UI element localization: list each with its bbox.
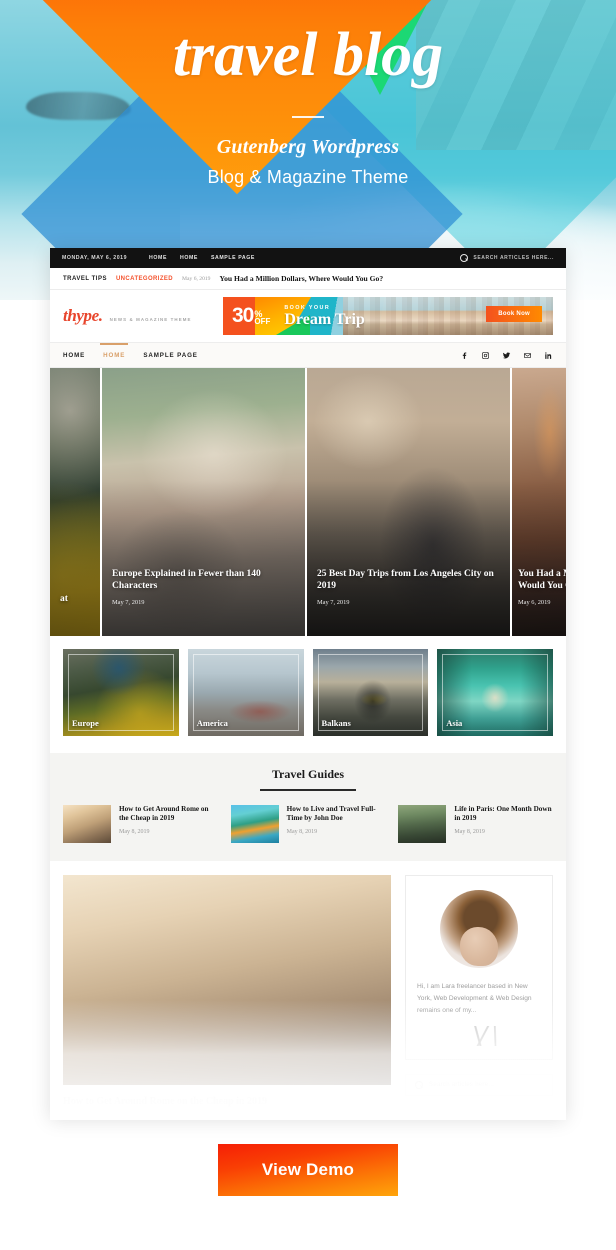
site-navbar: HOME HOME SAMPLE PAGE (50, 342, 566, 368)
ad-headline: Dream Trip (284, 310, 365, 328)
view-demo-button[interactable]: View Demo (217, 1144, 399, 1196)
linkedin-icon[interactable] (544, 351, 553, 360)
breaking-label: TRAVEL TIPS (63, 275, 107, 282)
slider-slide-2[interactable]: Europe Explained in Fewer than 140 Chara… (102, 368, 307, 636)
slide-title-2: Europe Explained in Fewer than 140 Chara… (112, 569, 261, 592)
slide-date-3: May 7, 2019 (317, 599, 350, 606)
site-topbar: MONDAY, MAY 6, 2019 HOME HOME SAMPLE PAG… (50, 248, 566, 268)
logo-wordmark: thype. (63, 306, 103, 325)
guide-date-3: May 8, 2019 (454, 829, 485, 836)
author-bio: Hi, I am Lara freelancer based in New Yo… (417, 982, 532, 1014)
site-preview-mockup: MONDAY, MAY 6, 2019 HOME HOME SAMPLE PAG… (50, 248, 566, 1118)
guide-date-2: May 8, 2019 (286, 829, 318, 836)
category-label-balkans: Balkans (321, 718, 351, 728)
category-label-europe: Europe (72, 718, 99, 728)
category-tile-balkans[interactable]: Balkans (312, 649, 429, 736)
nav-item-sample-page[interactable]: SAMPLE PAGE (143, 352, 197, 359)
category-tile-asia[interactable]: Asia (437, 649, 553, 736)
guide-item-2[interactable]: How to Live and Travel Full-Time by John… (230, 804, 386, 843)
guide-date-1: May 8, 2019 (119, 829, 150, 836)
facebook-icon[interactable] (460, 351, 469, 360)
guide-title-3: Life in Paris: One Month Down in 2019 (454, 804, 552, 823)
avatar (440, 889, 518, 968)
slider-slide-1[interactable]: at (50, 368, 102, 636)
ad-discount-off: OFF (254, 316, 271, 326)
guide-thumbnail-3 (398, 804, 447, 843)
slide-title-4: You Had a Million Dollars, Where Would Y… (518, 569, 566, 592)
content-and-sidebar: How to Get Around Rome on the Cheap in 2… (50, 860, 566, 1107)
category-label-asia: Asia (446, 718, 463, 728)
brand-and-ad-row: thype. NEWS & MAGAZINE THEME 30 % OFF BO… (50, 290, 566, 342)
hero-subtitle-secondary: Blog & Magazine Theme (207, 167, 409, 187)
logo-tagline: NEWS & MAGAZINE THEME (109, 317, 192, 322)
hero-title: travel blog (172, 21, 444, 89)
hero-subtitle-primary: Gutenberg Wordpress (216, 136, 400, 158)
guide-item-3[interactable]: Life in Paris: One Month Down in 2019 Ma… (398, 804, 553, 843)
featured-post[interactable]: How to Get Around Rome on the Cheap in 2… (63, 874, 391, 1107)
breaking-news-bar: TRAVEL TIPS UNCATEGORIZED May 6, 2019 Yo… (50, 268, 566, 290)
breaking-category[interactable]: UNCATEGORIZED (116, 276, 173, 282)
sidebar-search[interactable]: Search articles here... (405, 1074, 553, 1097)
slider-slide-4[interactable]: You Had a Million Dollars, Where Would Y… (512, 368, 566, 636)
guide-thumbnail-2 (230, 804, 279, 843)
search-icon (460, 254, 469, 262)
sidebar-search-placeholder: Search articles here... (429, 1082, 495, 1089)
featured-post-title: How to Get Around Rome on the Cheap in 2… (63, 1095, 267, 1107)
featured-slider[interactable]: at Europe Explained in Fewer than 140 Ch… (50, 368, 566, 636)
category-label-america: America (196, 718, 228, 728)
slide-title-3: 25 Best Day Trips from Los Angeles City … (317, 569, 494, 592)
author-signature (417, 1026, 541, 1047)
about-widget: Hi, I am Lara freelancer based in New Yo… (405, 874, 553, 1061)
nav-item-home-2[interactable]: HOME (100, 342, 129, 359)
travel-guides-divider (260, 789, 356, 791)
guide-item-1[interactable]: How to Get Around Rome on the Cheap in 2… (63, 804, 218, 843)
featured-post-image (63, 874, 391, 1085)
instagram-icon[interactable] (481, 351, 490, 360)
travel-guides-section: Travel Guides How to Get Around Rome on … (50, 753, 566, 861)
guide-title-1: How to Get Around Rome on the Cheap in 2… (119, 804, 209, 823)
sidebar: Hi, I am Lara freelancer based in New Yo… (405, 874, 553, 1107)
slide-date-4: May 6, 2019 (518, 599, 551, 606)
topbar-link-sample-page[interactable]: SAMPLE PAGE (211, 255, 255, 261)
topbar-link-home-2[interactable]: HOME (180, 255, 198, 261)
nav-item-home-1[interactable]: HOME (63, 352, 85, 359)
search-icon (415, 1081, 423, 1090)
guide-title-2: How to Live and Travel Full-Time by John… (286, 804, 376, 823)
ad-book-now-button[interactable]: Book Now (486, 306, 542, 322)
social-links (460, 351, 553, 360)
page-root: travel blog Gutenberg Wordpress Blog & M… (0, 0, 616, 1250)
ad-banner[interactable]: 30 % OFF BOOK YOUR Dream Trip Book Now (223, 297, 553, 335)
guide-thumbnail-1 (63, 804, 111, 843)
category-tile-europe[interactable]: Europe (63, 649, 179, 736)
slider-slide-3[interactable]: 25 Best Day Trips from Los Angeles City … (307, 368, 512, 636)
slide-title-1: at (60, 594, 68, 605)
twitter-icon[interactable] (502, 351, 511, 360)
topbar-date: MONDAY, MAY 6, 2019 (62, 255, 128, 261)
topbar-links: HOME HOME SAMPLE PAGE (149, 255, 255, 261)
email-icon[interactable] (523, 351, 532, 360)
topbar-link-home-1[interactable]: HOME (149, 255, 167, 261)
site-logo[interactable]: thype. NEWS & MAGAZINE THEME (63, 306, 192, 326)
category-tile-america[interactable]: America (187, 649, 304, 736)
ad-kicker: BOOK YOUR (284, 304, 331, 311)
topbar-search-placeholder: SEARCH ARTICLES HERE... (473, 255, 554, 261)
topbar-search[interactable]: SEARCH ARTICLES HERE... (460, 254, 554, 262)
slide-date-2: May 7, 2019 (112, 599, 145, 606)
breaking-date: May 6, 2019 (182, 275, 211, 282)
travel-guides-heading: Travel Guides (271, 767, 345, 781)
breaking-title[interactable]: You Had a Million Dollars, Where Would Y… (219, 274, 383, 283)
category-tiles: Europe America Balkans Asia (50, 636, 566, 753)
hero-divider (292, 116, 324, 118)
ad-discount-number: 30 (232, 304, 254, 328)
